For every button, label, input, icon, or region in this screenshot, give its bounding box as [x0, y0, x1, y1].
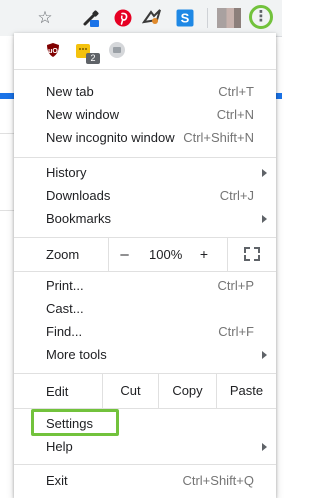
fullscreen-icon	[244, 247, 260, 261]
menu-item-label: New window	[46, 107, 119, 122]
menu-item-exit[interactable]: Exit Ctrl+Shift+Q	[14, 469, 276, 492]
menu-item-bookmarks[interactable]: Bookmarks	[14, 207, 276, 230]
shortcut-text: Ctrl+Shift+Q	[182, 473, 254, 488]
page-blue-strip-left	[0, 93, 14, 99]
menu-item-new-window[interactable]: New window Ctrl+N	[14, 103, 276, 126]
menu-item-label: History	[46, 165, 87, 180]
submenu-arrow-icon	[262, 215, 267, 223]
vt-extension-icon[interactable]	[141, 7, 163, 29]
menu-divider	[14, 157, 276, 158]
zoom-level: 100%	[149, 247, 183, 262]
ublock-icon[interactable]: uO	[45, 42, 61, 58]
menu-divider	[14, 271, 276, 272]
menu-item-label: Help	[46, 439, 73, 454]
edit-row: Edit Cut Copy Paste	[14, 373, 276, 408]
submenu-arrow-icon	[262, 169, 267, 177]
submenu-arrow-icon	[262, 351, 267, 359]
star-icon[interactable]: ☆	[34, 7, 56, 29]
profile-avatar[interactable]	[217, 8, 241, 28]
menu-item-label: Bookmarks	[46, 211, 112, 226]
fullscreen-button[interactable]	[227, 237, 276, 271]
menu-item-more-tools[interactable]: More tools	[14, 343, 276, 366]
page-background	[0, 36, 14, 498]
svg-text:uO: uO	[48, 48, 58, 55]
shortcut-text: Ctrl+P	[217, 278, 254, 293]
menu-divider	[14, 69, 276, 70]
menu-item-downloads[interactable]: Downloads Ctrl+J	[14, 184, 276, 207]
menu-item-help[interactable]: Help	[14, 435, 276, 458]
page-divider	[0, 210, 14, 211]
browser-toolbar: ☆ S ⋮	[0, 0, 282, 37]
menu-item-label: Cast...	[46, 301, 84, 316]
menu-item-label: More tools	[46, 347, 107, 362]
notes-badge: 2	[86, 53, 100, 64]
menu-item-label: Exit	[46, 473, 68, 488]
shortcut-text: Ctrl+F	[218, 324, 254, 339]
shortcut-text: Ctrl+N	[216, 107, 254, 122]
zoom-out-button[interactable]: –	[108, 237, 140, 271]
shortcut-text: Ctrl+T	[218, 84, 254, 99]
svg-text:S: S	[181, 11, 190, 26]
menu-item-label: New incognito window	[46, 130, 175, 145]
page-blue-strip-right	[276, 93, 282, 99]
eyedropper-extension-icon[interactable]	[80, 7, 102, 29]
shortcut-text: Ctrl+J	[219, 188, 254, 203]
menu-item-new-incognito[interactable]: New incognito window Ctrl+Shift+N	[14, 126, 276, 149]
edit-label: Edit	[46, 384, 69, 399]
cut-button[interactable]: Cut	[102, 373, 158, 408]
menu-item-new-tab[interactable]: New tab Ctrl+T	[14, 80, 276, 103]
menu-item-label: Find...	[46, 324, 83, 339]
s-extension-icon[interactable]: S	[174, 7, 196, 29]
shortcut-text: Ctrl+Shift+N	[183, 130, 254, 145]
zoom-label: Zoom	[46, 247, 80, 262]
toolbar-separator	[207, 8, 208, 28]
settings-highlight	[31, 409, 119, 436]
page-divider	[0, 133, 14, 134]
kebab-icon: ⋮	[253, 7, 269, 25]
menu-item-print[interactable]: Print... Ctrl+P	[14, 274, 276, 297]
menu-item-cast[interactable]: Cast...	[14, 297, 276, 320]
menu-item-label: Downloads	[46, 188, 111, 203]
menu-item-label: New tab	[46, 84, 94, 99]
menu-button[interactable]: ⋮	[249, 5, 273, 29]
zoom-in-button[interactable]: +	[189, 237, 219, 271]
pinterest-extension-icon[interactable]	[112, 7, 134, 29]
paste-button[interactable]: Paste	[216, 373, 276, 408]
copy-button[interactable]: Copy	[158, 373, 216, 408]
submenu-arrow-icon	[262, 443, 267, 451]
menu-item-history[interactable]: History	[14, 161, 276, 184]
menu-divider	[14, 464, 276, 465]
menu-item-find[interactable]: Find... Ctrl+F	[14, 320, 276, 343]
menu-item-label: Print...	[46, 278, 84, 293]
gray-extension-icon[interactable]	[109, 42, 125, 58]
extension-row: uO 2	[14, 33, 276, 69]
zoom-row: Zoom – 100% +	[14, 237, 276, 271]
